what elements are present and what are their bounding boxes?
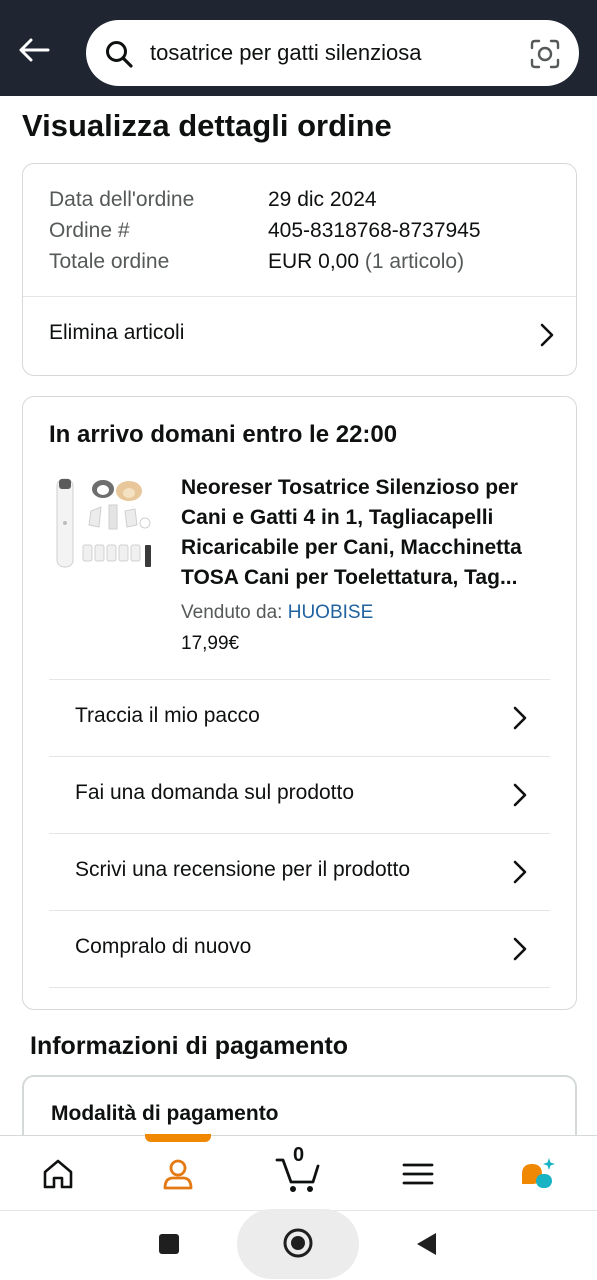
nav-cart[interactable]: 0 [248, 1136, 348, 1211]
order-summary-card: Data dell'ordine 29 dic 2024 Ordine # 40… [22, 163, 577, 376]
order-total-label: Totale ordine [49, 250, 170, 273]
divider [49, 987, 550, 988]
recents-icon[interactable] [158, 1233, 180, 1255]
nav-rufus-assistant[interactable] [488, 1136, 588, 1211]
product-title-link[interactable]: Neoreser Tosatrice Silenzioso per Cani e… [181, 473, 553, 593]
payment-section-title: Informazioni di pagamento [30, 1032, 349, 1060]
seller-info: Venduto da: HUOBISE [181, 602, 373, 624]
bottom-navigation: 0 [0, 1134, 597, 1211]
chevron-right-icon [513, 783, 527, 807]
order-total-amount: EUR 0,00 [268, 250, 360, 273]
chevron-right-icon [513, 937, 527, 961]
order-number-label: Ordine # [49, 219, 130, 242]
chevron-right-icon [513, 706, 527, 730]
order-item-count: (1 articolo) [364, 250, 465, 273]
page-title: Visualizza dettagli ordine [22, 108, 392, 143]
buy-again-row[interactable]: Compralo di nuovo [49, 911, 550, 987]
order-number-value: 405-8318768-8737945 [268, 219, 481, 242]
home-icon [43, 1159, 73, 1188]
delivery-status-title: In arrivo domani entro le 22:00 [49, 421, 398, 448]
order-date-value: 29 dic 2024 [268, 188, 377, 211]
order-date-label: Data dell'ordine [49, 188, 195, 211]
chevron-right-icon [540, 323, 554, 347]
menu-icon [402, 1163, 434, 1184]
search-bar[interactable] [86, 20, 579, 86]
system-navigation-bar [0, 1209, 597, 1280]
nav-account[interactable] [128, 1136, 228, 1211]
system-back-icon[interactable] [414, 1231, 438, 1257]
remove-items-label: Elimina articoli [49, 321, 185, 344]
ai-assistant-icon [522, 1157, 555, 1188]
ask-question-label: Fai una domanda sul prodotto [75, 781, 355, 804]
nav-menu[interactable] [368, 1136, 468, 1211]
remove-items-row[interactable]: Elimina articoli [23, 297, 576, 375]
write-review-row[interactable]: Scrivi una recensione per il prodotto [49, 834, 550, 910]
chevron-right-icon [513, 860, 527, 884]
track-package-row[interactable]: Traccia il mio pacco [49, 680, 550, 756]
delivery-card: In arrivo domani entro le 22:00 Neoreser… [22, 396, 577, 1010]
seller-link[interactable]: HUOBISE [288, 602, 374, 623]
back-button[interactable] [12, 28, 56, 72]
search-input[interactable] [150, 20, 530, 86]
product-image[interactable] [51, 471, 157, 581]
order-total-value: EUR 0,00 (1 articolo) [268, 250, 464, 274]
account-icon [163, 1159, 193, 1189]
cart-count-badge: 0 [292, 1144, 305, 1166]
seller-label: Venduto da: [181, 602, 283, 623]
payment-method-label: Modalità di pagamento [51, 1102, 279, 1125]
search-icon[interactable] [104, 39, 134, 69]
track-package-label: Traccia il mio pacco [75, 704, 260, 727]
system-home-icon[interactable] [282, 1227, 314, 1259]
back-arrow-icon [19, 38, 50, 62]
write-review-label: Scrivi una recensione per il prodotto [75, 858, 411, 881]
product-price: 17,99€ [181, 633, 240, 654]
buy-again-label: Compralo di nuovo [75, 935, 252, 958]
nav-home[interactable] [8, 1136, 108, 1211]
top-header [0, 0, 597, 96]
camera-search-icon[interactable] [529, 38, 561, 70]
ask-question-row[interactable]: Fai una domanda sul prodotto [49, 757, 550, 833]
